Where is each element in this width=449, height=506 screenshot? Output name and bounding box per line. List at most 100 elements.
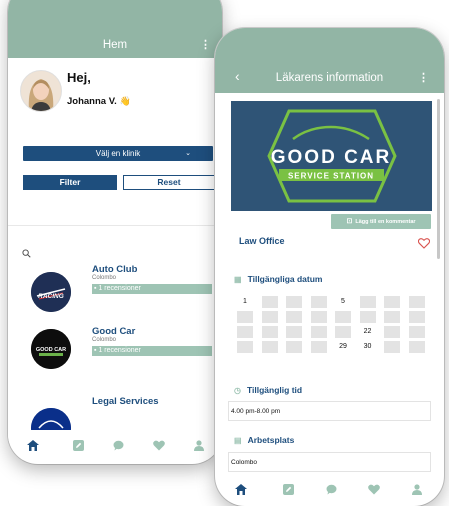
calendar-day-cell[interactable] bbox=[408, 311, 425, 323]
available-time-heading: ◷ Tillgänglig tid bbox=[234, 385, 302, 395]
calendar-day-cell[interactable] bbox=[310, 326, 327, 338]
clinic-logo-text: GOOD CAR bbox=[36, 347, 66, 353]
bottom-navigation bbox=[215, 474, 444, 504]
calendar-day-cell[interactable] bbox=[310, 311, 327, 323]
calendar-day-cell[interactable] bbox=[237, 311, 253, 323]
add-comment-label: Lägg till en kommentar bbox=[355, 219, 416, 225]
calendar-day-cell[interactable]: 30 bbox=[359, 341, 376, 353]
calendar-day-cell[interactable]: 22 bbox=[359, 326, 376, 338]
clinic-select-label: Välj en klinik bbox=[95, 149, 141, 158]
calendar-day-cell[interactable] bbox=[286, 296, 302, 308]
clinic-banner-image: GOOD CAR SERVICE STATION bbox=[231, 101, 432, 211]
favorite-heart-icon[interactable] bbox=[417, 236, 431, 254]
reviews-count: 1 recensioner bbox=[98, 285, 141, 292]
page-title: Hem bbox=[102, 39, 128, 51]
doctor-info-screen: ‹ Läkarens information ⋮ GOOD CAR SERVIC… bbox=[215, 28, 444, 506]
clinic-name: Legal Services bbox=[92, 396, 159, 407]
chat-icon[interactable] bbox=[326, 482, 337, 500]
user-icon[interactable] bbox=[194, 438, 204, 456]
heart-icon[interactable] bbox=[368, 482, 380, 500]
calendar-day-cell[interactable] bbox=[261, 326, 278, 338]
clinic-logo: RACING bbox=[31, 272, 71, 312]
calendar-day-cell[interactable]: 5 bbox=[335, 296, 351, 308]
chat-icon: ▪ bbox=[94, 285, 97, 292]
calendar-day-cell[interactable] bbox=[384, 341, 400, 353]
clinic-name: Auto Club bbox=[92, 264, 138, 275]
home-app-bar: Hem ⋮ bbox=[8, 0, 222, 58]
more-options-icon[interactable]: ⋮ bbox=[418, 71, 429, 84]
calendar-day-cell[interactable]: 1 bbox=[237, 296, 253, 308]
heart-icon[interactable] bbox=[153, 438, 165, 456]
calendar-day-cell[interactable] bbox=[335, 326, 351, 338]
wave-icon: 👋 bbox=[119, 96, 131, 106]
workplace-title: Arbetsplats bbox=[247, 435, 295, 445]
banner-subtitle: SERVICE STATION bbox=[288, 172, 374, 181]
calendar-day-cell[interactable] bbox=[237, 326, 253, 338]
chat-icon: ▪ bbox=[94, 347, 97, 354]
calendar-day-cell[interactable] bbox=[286, 341, 302, 353]
calendar-day-cell[interactable] bbox=[237, 341, 253, 353]
calendar-day-cell[interactable]: 29 bbox=[335, 341, 351, 353]
scrollbar[interactable] bbox=[437, 99, 440, 259]
divider bbox=[8, 225, 222, 226]
calendar-day-cell[interactable] bbox=[359, 296, 376, 308]
office-name: Law Office bbox=[239, 236, 285, 246]
more-options-icon[interactable]: ⋮ bbox=[200, 38, 211, 51]
calendar-day-cell[interactable] bbox=[261, 341, 278, 353]
calendar-day-cell[interactable] bbox=[335, 311, 351, 323]
clinic-list-item[interactable]: GOOD CAR Good Car Colombo ▪ 1 recensione… bbox=[8, 326, 222, 382]
greeting-text: Hej, bbox=[67, 70, 91, 85]
search-icon[interactable] bbox=[22, 245, 31, 263]
calendar-day-cell[interactable] bbox=[261, 311, 278, 323]
available-dates-title: Tillgängliga datum bbox=[247, 274, 323, 284]
filter-button[interactable]: Filter bbox=[23, 175, 117, 190]
reviews-count: 1 recensioner bbox=[98, 347, 141, 354]
clock-icon: ◷ bbox=[234, 386, 241, 395]
calendar-day-cell[interactable] bbox=[286, 326, 302, 338]
calendar-day-cell[interactable] bbox=[384, 296, 400, 308]
clinic-logo: GOOD CAR bbox=[31, 329, 71, 369]
calendar-day-cell[interactable] bbox=[408, 341, 425, 353]
calendar-day-cell[interactable] bbox=[359, 311, 376, 323]
user-name: Johanna V. bbox=[67, 96, 117, 107]
available-time-title: Tillgänglig tid bbox=[246, 385, 303, 395]
calendar-day-cell[interactable] bbox=[408, 296, 425, 308]
calendar-day-cell[interactable] bbox=[384, 311, 400, 323]
workplace-field: Colombo bbox=[228, 452, 431, 472]
page-title: Läkarens information bbox=[275, 72, 384, 84]
home-icon[interactable] bbox=[235, 482, 247, 500]
avatar[interactable] bbox=[20, 70, 62, 112]
edit-icon[interactable] bbox=[73, 438, 84, 456]
clinic-city: Colombo bbox=[92, 275, 117, 281]
calendar-icon: ▦ bbox=[234, 275, 242, 284]
user-name-row: Johanna V. 👋 bbox=[67, 96, 131, 107]
calendar-day-cell[interactable] bbox=[286, 311, 302, 323]
workplace-heading: ▤ Arbetsplats bbox=[234, 435, 294, 445]
home-screen: Hem ⋮ Hej, Johanna V. 👋 Välj en klinik ⌄… bbox=[8, 0, 222, 464]
reviews-badge: ▪ 1 recensioner bbox=[92, 284, 212, 294]
calendar-day-cell[interactable] bbox=[310, 341, 327, 353]
available-time-field: 4.00 pm-8.00 pm bbox=[228, 401, 431, 421]
calendar-day-cell[interactable] bbox=[310, 296, 327, 308]
available-dates-heading: ▦ Tillgängliga datum bbox=[234, 274, 323, 284]
building-icon: ▤ bbox=[234, 436, 242, 445]
add-comment-button[interactable]: ⊡ Lägg till en kommentar bbox=[331, 214, 431, 229]
reviews-badge: ▪ 1 recensioner bbox=[92, 346, 212, 356]
clinic-select-dropdown[interactable]: Välj en klinik ⌄ bbox=[23, 146, 213, 161]
calendar-day-cell[interactable] bbox=[408, 326, 425, 338]
home-icon[interactable] bbox=[27, 438, 39, 456]
user-icon[interactable] bbox=[412, 482, 422, 500]
chevron-down-icon: ⌄ bbox=[185, 150, 191, 157]
calendar-day-cell[interactable] bbox=[261, 296, 278, 308]
edit-icon[interactable] bbox=[283, 482, 294, 500]
clinic-logo-text: RACING bbox=[38, 293, 64, 300]
reset-button[interactable]: Reset bbox=[123, 175, 215, 190]
doctor-info-app-bar: ‹ Läkarens information ⋮ bbox=[215, 28, 444, 93]
clinic-city: Colombo bbox=[92, 337, 117, 343]
chat-icon[interactable] bbox=[113, 438, 124, 456]
clinic-list-item[interactable]: RACING Auto Club Colombo ▪ 1 recensioner bbox=[8, 264, 222, 322]
calendar-day-cell[interactable] bbox=[384, 326, 400, 338]
comment-icon: ⊡ bbox=[346, 218, 353, 225]
clinic-name: Good Car bbox=[92, 326, 136, 337]
banner-title: GOOD CAR bbox=[271, 147, 392, 168]
